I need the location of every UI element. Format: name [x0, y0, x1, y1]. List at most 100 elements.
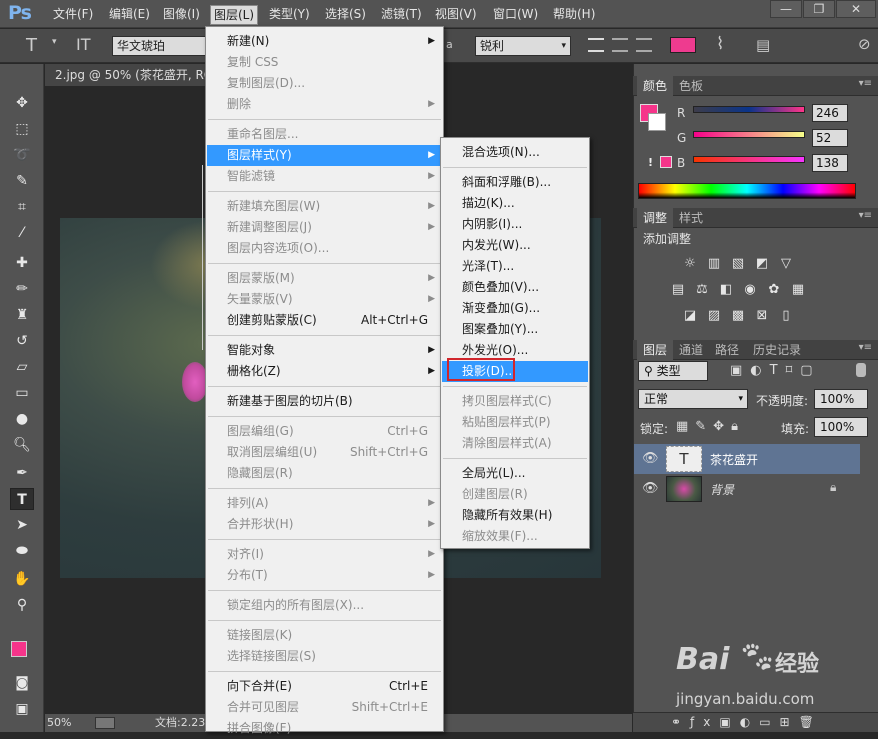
- menu-item[interactable]: 排列(A) ▶: [207, 493, 442, 514]
- brush-tool-icon[interactable]: ✏: [10, 278, 34, 300]
- gamut-swatch[interactable]: [660, 156, 672, 168]
- status-icon[interactable]: [95, 717, 115, 729]
- panel-menu-icon[interactable]: ▾≡: [859, 78, 872, 89]
- menu-item[interactable]: 创建剪贴蒙版(C) Alt+Ctrl+G: [207, 310, 442, 331]
- stamp-tool-icon[interactable]: ♜: [10, 304, 34, 326]
- panel-menu-icon[interactable]: ▾≡: [859, 342, 872, 353]
- dodge-tool-icon[interactable]: 🔍︎: [10, 434, 34, 456]
- tab-layers[interactable]: 图层: [637, 340, 674, 360]
- menu-item[interactable]: 清除图层样式(A): [442, 433, 588, 454]
- visibility-eye-icon[interactable]: 👁︎: [642, 451, 659, 466]
- menu-4[interactable]: 类型(Y): [266, 5, 313, 25]
- menu-item[interactable]: 智能对象 ▶: [207, 340, 442, 361]
- menu-item[interactable]: 新建调整图层(J) ▶: [207, 217, 442, 238]
- b-slider[interactable]: [693, 156, 805, 163]
- curves-icon[interactable]: ▧: [730, 256, 746, 272]
- ellipse-tool-icon[interactable]: ⬬: [10, 540, 34, 562]
- hue-saturation-icon[interactable]: ▤: [670, 282, 686, 298]
- zoom-tool-icon[interactable]: ⚲: [10, 594, 34, 616]
- move-tool-icon[interactable]: ✥: [10, 92, 34, 114]
- menu-5[interactable]: 选择(S): [322, 5, 369, 25]
- warp-text-icon[interactable]: ⌇: [716, 34, 724, 54]
- opacity-field[interactable]: 100%: [814, 389, 868, 409]
- gradient-map-icon[interactable]: ▯: [778, 308, 794, 324]
- foreground-color-swatch[interactable]: [11, 641, 27, 657]
- type-tool-icon[interactable]: T: [10, 488, 34, 510]
- menu-7[interactable]: 视图(V): [432, 5, 480, 25]
- g-value[interactable]: 52: [812, 129, 848, 147]
- menu-item[interactable]: 取消图层编组(U) Shift+Ctrl+G: [207, 442, 442, 463]
- menu-item[interactable]: 拷贝图层样式(C): [442, 391, 588, 412]
- menu-item[interactable]: 矢量蒙版(V) ▶: [207, 289, 442, 310]
- color-balance-icon[interactable]: ⚖: [694, 282, 710, 298]
- layer-footer-icons[interactable]: ⚭ƒx▣◐▭⊞🗑︎: [671, 715, 823, 729]
- text-orientation-icon[interactable]: ⅠT: [76, 35, 91, 54]
- brightness-icon[interactable]: ☼: [682, 256, 698, 272]
- visibility-eye-icon[interactable]: 👁︎: [642, 481, 659, 496]
- g-slider[interactable]: [693, 131, 805, 138]
- menu-item[interactable]: 内阴影(I)...: [442, 214, 588, 235]
- menu-item[interactable]: 创建图层(R): [442, 484, 588, 505]
- menu-item[interactable]: 选择链接图层(S): [207, 646, 442, 667]
- menu-item[interactable]: 图层样式(Y) ▶: [207, 145, 442, 166]
- menu-item[interactable]: 新建基于图层的切片(B): [207, 391, 442, 412]
- hand-tool-icon[interactable]: ✋: [10, 568, 34, 590]
- gamut-warning-icon[interactable]: !: [648, 156, 653, 169]
- layer-name[interactable]: 茶花盛开: [710, 451, 758, 468]
- menu-item[interactable]: 智能滤镜 ▶: [207, 166, 442, 187]
- tab-paths[interactable]: 路径: [709, 340, 745, 360]
- menu-item[interactable]: 锁定组内的所有图层(X)...: [207, 595, 442, 616]
- menu-item[interactable]: 隐藏图层(R): [207, 463, 442, 484]
- menu-item[interactable]: 粘贴图层样式(P): [442, 412, 588, 433]
- menu-item[interactable]: 混合选项(N)...: [442, 142, 588, 163]
- tab-color[interactable]: 颜色: [637, 76, 674, 96]
- zoom-level[interactable]: 50%: [47, 714, 71, 732]
- tab-history[interactable]: 历史记录: [747, 340, 807, 360]
- layer-row-background[interactable]: 👁︎ 背景 🔒︎: [634, 474, 860, 504]
- menu-item[interactable]: 复制 CSS: [207, 52, 442, 73]
- quick-mask-icon[interactable]: ◙: [10, 672, 34, 694]
- levels-icon[interactable]: ▥: [706, 256, 722, 272]
- blur-tool-icon[interactable]: ●: [10, 408, 34, 430]
- history-brush-icon[interactable]: ↺: [10, 330, 34, 352]
- menu-item[interactable]: 新建填充图层(W) ▶: [207, 196, 442, 217]
- menu-item[interactable]: 链接图层(K): [207, 625, 442, 646]
- eraser-tool-icon[interactable]: ▱: [10, 356, 34, 378]
- color-spectrum-bar[interactable]: [638, 183, 856, 199]
- antialias-select[interactable]: 锐利 ▾: [475, 36, 571, 56]
- menu-item[interactable]: 向下合并(E) Ctrl+E: [207, 676, 442, 697]
- menu-item[interactable]: 栅格化(Z) ▶: [207, 361, 442, 382]
- vibrance-icon[interactable]: ▽: [778, 256, 794, 272]
- pen-tool-icon[interactable]: ✒: [10, 462, 34, 484]
- lock-icons[interactable]: ▦✎✥🔒︎: [676, 419, 745, 434]
- menu-item[interactable]: 渐变叠加(G)...: [442, 298, 588, 319]
- fill-field[interactable]: 100%: [814, 417, 868, 437]
- restore-button[interactable]: ❐: [803, 0, 835, 18]
- minimize-button[interactable]: —: [770, 0, 802, 18]
- marquee-tool-icon[interactable]: ⬚: [10, 118, 34, 140]
- color-lookup-icon[interactable]: ▦: [790, 282, 806, 298]
- tab-swatches[interactable]: 色板: [673, 76, 709, 96]
- eyedropper-tool-icon[interactable]: ⁄: [10, 222, 34, 244]
- lasso-tool-icon[interactable]: ➰: [10, 144, 34, 166]
- close-button[interactable]: ✕: [836, 0, 876, 18]
- menu-item[interactable]: 分布(T) ▶: [207, 565, 442, 586]
- menu-item[interactable]: 拼合图像(F): [207, 718, 442, 739]
- menu-1[interactable]: 编辑(E): [106, 5, 153, 25]
- tab-adjustments[interactable]: 调整: [637, 208, 674, 228]
- tab-styles[interactable]: 样式: [673, 208, 709, 228]
- photo-filter-icon[interactable]: ◉: [742, 282, 758, 298]
- align-left-icon[interactable]: [588, 38, 604, 52]
- menu-item[interactable]: 光泽(T)...: [442, 256, 588, 277]
- menu-item[interactable]: 全局光(L)...: [442, 463, 588, 484]
- type-tool-icon[interactable]: T: [26, 35, 37, 56]
- black-white-icon[interactable]: ◧: [718, 282, 734, 298]
- panel-toggle-icon[interactable]: ▤: [756, 36, 770, 54]
- selective-color-icon[interactable]: ⊠: [754, 308, 770, 324]
- blend-mode-select[interactable]: 正常 ▾: [638, 389, 748, 409]
- screen-mode-icon[interactable]: ▣: [10, 698, 34, 720]
- b-value[interactable]: 138: [812, 154, 848, 172]
- align-right-icon[interactable]: [636, 38, 652, 52]
- r-value[interactable]: 246: [812, 104, 848, 122]
- panel-menu-icon[interactable]: ▾≡: [859, 210, 872, 221]
